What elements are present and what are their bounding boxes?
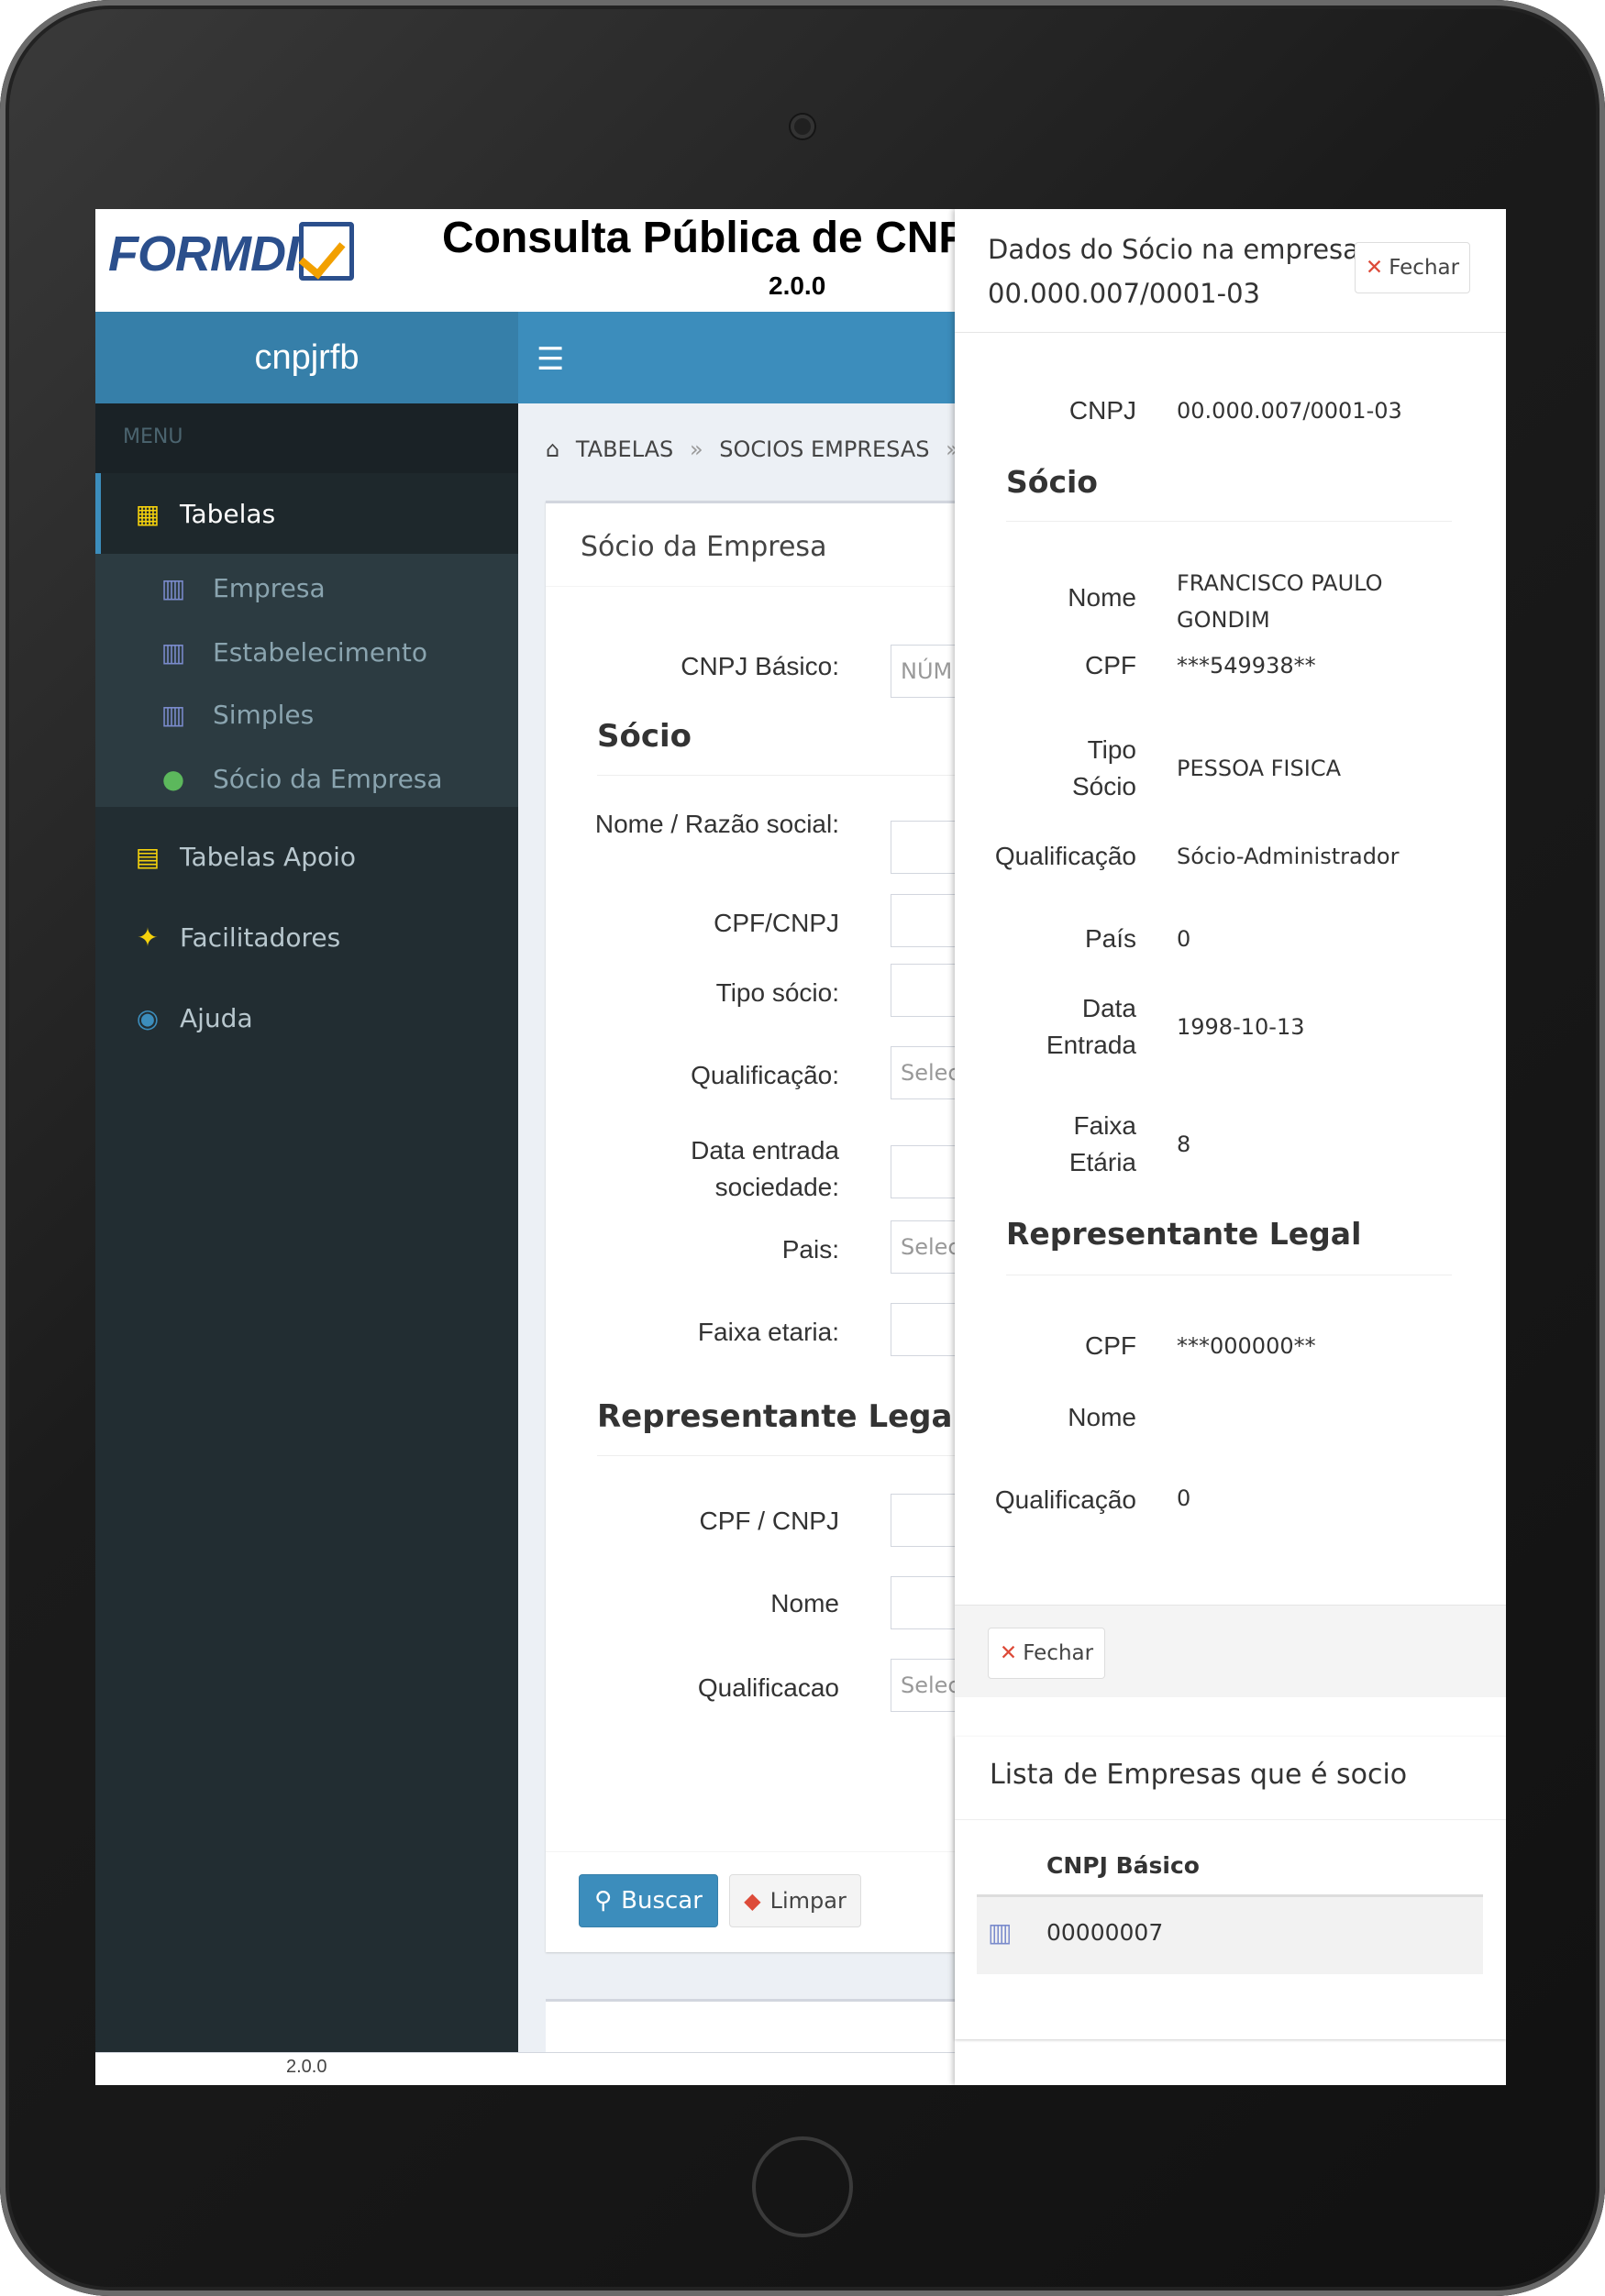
- cnpj-label: CNPJ: [1068, 396, 1136, 425]
- sidebar-item-label: Tabelas: [180, 498, 276, 529]
- panel-socio-section: Sócio: [1006, 464, 1098, 500]
- cpf-value: ***549938**: [1177, 653, 1316, 679]
- breadcrumb-item[interactable]: SOCIOS EMPRESAS: [719, 436, 929, 462]
- table-icon: ▦: [135, 498, 160, 529]
- cpf-label: CPF: [1085, 651, 1136, 679]
- hamburger-menu-icon[interactable]: ☰: [537, 341, 564, 378]
- panel-title: Dados do Sócio na empresa: 00.000.007/00…: [988, 234, 1368, 309]
- sidebar-item-label: Ajuda: [180, 1002, 253, 1033]
- breadcrumb-item[interactable]: TABELAS: [576, 436, 673, 462]
- representante-section-title: Representante Legal: [597, 1398, 964, 1435]
- tipo-socio-label: Tipo Sócio: [1071, 735, 1136, 800]
- panel-footer: ✕ Fechar: [955, 1605, 1506, 1697]
- rep-cpf-cnpj-label: CPF / CNPJ: [699, 1507, 839, 1535]
- rep-qualificacao-label: Qualificação: [994, 1485, 1136, 1514]
- brand-logo[interactable]: cnpjrfb: [95, 312, 518, 403]
- empresas-list-box: Lista de Empresas que é socio CNPJ Básic…: [955, 1737, 1506, 2039]
- rep-nome-label: Nome: [770, 1589, 839, 1617]
- logo: FORMDI: [108, 226, 299, 281]
- breadcrumb: ⌂ TABELAS » SOCIOS EMPRESAS »: [546, 436, 969, 462]
- empresas-list-title: Lista de Empresas que é socio: [990, 1759, 1408, 1791]
- sidebar-item-facilitadores[interactable]: ✦ Facilitadores: [95, 897, 518, 977]
- eraser-icon: ◆: [744, 1888, 761, 1914]
- sidebar-item-label: Tabelas Apoio: [180, 841, 357, 872]
- rep-qualificacao-value: 0: [1177, 1485, 1191, 1511]
- pais-label: País: [1084, 924, 1136, 953]
- nome-razao-label: Nome / Razão social:: [594, 810, 839, 838]
- pais-value: 0: [1177, 926, 1191, 952]
- table-row[interactable]: ▥ 00000007: [977, 1897, 1483, 1974]
- sidebar-subitem-socio-empresa[interactable]: ● Sócio da Empresa: [95, 746, 518, 811]
- sidebar-subitem-simples[interactable]: ▥ Simples: [95, 682, 518, 746]
- rep-qualificacao-label: Qualificacao: [697, 1673, 839, 1702]
- footer-close-button[interactable]: ✕ Fechar: [988, 1628, 1105, 1679]
- rep-cpf-label: CPF: [1085, 1331, 1136, 1360]
- sidebar-item-tabelas[interactable]: ▦ Tabelas: [95, 473, 518, 554]
- faixa-etaria-value: 8: [1177, 1131, 1191, 1157]
- sidebar-item-label: Facilitadores: [180, 922, 341, 953]
- sidebar: MENU ▦ Tabelas ▥ Empresa ▥ Estabelecimen…: [95, 403, 518, 2054]
- sidebar-item-ajuda[interactable]: ◉ Ajuda: [95, 977, 518, 1058]
- qualificacao-label: Qualificação: [994, 842, 1136, 870]
- home-button[interactable]: [752, 2136, 853, 2237]
- app-title: Consulta Pública de CNPJ: [442, 214, 993, 262]
- table-cell-cnpj-basico: 00000007: [1046, 1919, 1164, 1946]
- sidebar-subitem-label: Sócio da Empresa: [213, 763, 443, 794]
- data-entrada-label: Data Entrada: [1046, 994, 1136, 1059]
- socio-section-title: Sócio: [597, 718, 692, 755]
- sidebar-subitem-estabelecimento[interactable]: ▥ Estabelecimento: [95, 620, 518, 684]
- sidebar-subitem-label: Estabelecimento: [213, 636, 427, 668]
- socio-details-panel: Dados do Sócio na empresa: 00.000.007/00…: [955, 209, 1506, 2085]
- user-icon: ●: [161, 763, 185, 794]
- menu-header: MENU: [123, 425, 183, 448]
- camera-icon: [791, 115, 814, 138]
- sidebar-subitem-label: Empresa: [213, 572, 326, 603]
- tipo-socio-value: PESSOA FISICA: [1177, 756, 1341, 781]
- qualificacao-label: Qualificação:: [691, 1061, 839, 1089]
- sidebar-subitem-empresa[interactable]: ▥ Empresa: [95, 556, 518, 620]
- data-entrada-label: Data entrada sociedade:: [691, 1136, 839, 1201]
- tipo-socio-label: Tipo sócio:: [715, 978, 839, 1007]
- tablet-frame: FORMDI Consulta Pública de CNPJ 2.0.0 cn…: [0, 0, 1605, 2296]
- pais-label: Pais:: [781, 1235, 839, 1264]
- building-icon[interactable]: ▥: [988, 1917, 1012, 1948]
- faixa-etaria-label: Faixa Etária: [1068, 1111, 1136, 1176]
- app-version: 2.0.0: [769, 271, 826, 300]
- search-icon: ⚲: [594, 1887, 613, 1915]
- data-entrada-value: 1998-10-13: [1177, 1014, 1305, 1040]
- logo-check-icon: [299, 222, 354, 281]
- building-icon: ▥: [160, 699, 186, 730]
- chevron-right-icon: »: [689, 436, 703, 462]
- building-icon: ▥: [160, 636, 186, 668]
- magic-wand-icon: ✦: [137, 922, 159, 953]
- cpf-cnpj-label: CPF/CNPJ: [714, 909, 839, 937]
- rep-nome-label: Nome: [1068, 1403, 1136, 1431]
- life-ring-icon: ◉: [136, 1002, 160, 1033]
- faixa-etaria-label: Faixa etaria:: [697, 1318, 839, 1346]
- close-icon: ✕: [1365, 256, 1384, 280]
- nome-value: FRANCISCO PAULO GONDIM: [1177, 570, 1383, 633]
- sidebar-subitem-label: Simples: [213, 699, 315, 730]
- sidebar-item-tabelas-apoio[interactable]: ▤ Tabelas Apoio: [95, 816, 518, 897]
- cnpj-basico-label: CNPJ Básico:: [681, 652, 839, 680]
- panel-representante-section: Representante Legal: [1006, 1216, 1362, 1252]
- building-icon: ▥: [160, 572, 186, 603]
- nome-label: Nome: [1068, 583, 1136, 612]
- cnpj-value: 00.000.007/0001-03: [1177, 398, 1402, 424]
- footer-version: 2.0.0: [286, 2057, 327, 2077]
- screen: FORMDI Consulta Pública de CNPJ 2.0.0 cn…: [95, 209, 1506, 2085]
- buscar-button[interactable]: ⚲ Buscar: [579, 1874, 718, 1927]
- sidebar-submenu: ▥ Empresa ▥ Estabelecimento ▥ Simples ● …: [95, 554, 518, 807]
- home-icon[interactable]: ⌂: [546, 436, 559, 462]
- panel-header: Dados do Sócio na empresa: 00.000.007/00…: [955, 209, 1506, 333]
- limpar-button[interactable]: ◆ Limpar: [729, 1874, 861, 1927]
- rep-cpf-value: ***000000**: [1177, 1333, 1316, 1359]
- table-header-cnpj-basico: CNPJ Básico: [1046, 1852, 1200, 1879]
- qualificacao-value: Sócio-Administrador: [1177, 844, 1400, 869]
- form-title: Sócio da Empresa: [581, 531, 827, 563]
- book-icon: ▤: [135, 841, 160, 872]
- close-button[interactable]: ✕ Fechar: [1355, 242, 1470, 293]
- close-icon: ✕: [999, 1641, 1018, 1665]
